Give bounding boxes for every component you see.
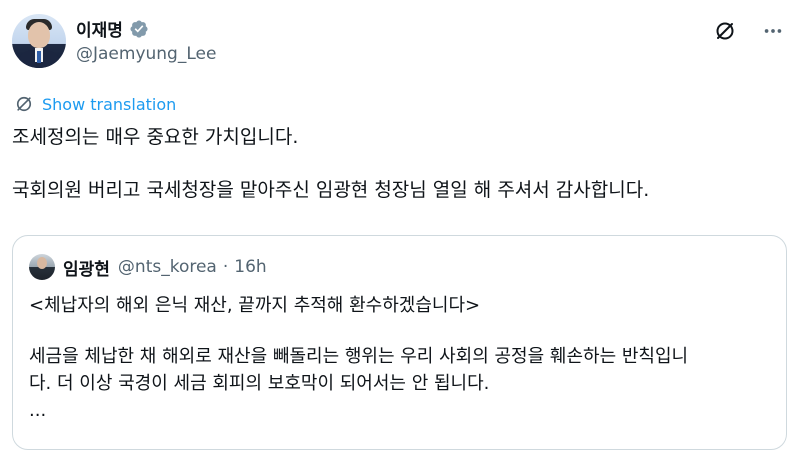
quoted-text-ellipsis: ... [29, 400, 47, 421]
author-avatar[interactable] [12, 14, 66, 68]
globe-translate-icon [14, 94, 34, 114]
more-dots-icon[interactable] [760, 18, 786, 44]
author-display-name[interactable]: 이재명 [76, 16, 123, 41]
tweet-text-line: 국회의원 버리고 국세청장을 맡아주신 임광현 청장님 열일 해 주셔서 감사합… [12, 179, 650, 201]
quoted-tweet-header: 임광현 @nts_korea · 16h [29, 254, 267, 280]
quoted-text-line: <체납자의 해외 은닉 재산, 끝까지 추적해 환수하겠습니다> [29, 295, 481, 316]
tweet-header: 이재명 @Jaemyung_Lee [12, 12, 788, 72]
grok-icon[interactable] [712, 18, 738, 44]
author-handle[interactable]: @Jaemyung_Lee [76, 44, 216, 64]
meta-separator: · [222, 257, 229, 277]
quoted-author-handle: @nts_korea [117, 257, 217, 277]
quoted-tweet[interactable]: 임광현 @nts_korea · 16h <체납자의 해외 은닉 재산, 끝까지… [12, 235, 787, 450]
quoted-text-line: 세금을 체납한 채 해외로 재산을 빼돌리는 행위는 우리 사회의 공정을 훼손… [29, 346, 689, 367]
author-name-row: 이재명 [76, 16, 149, 41]
show-translation-label[interactable]: Show translation [42, 95, 176, 114]
quoted-author-name: 임광현 [63, 259, 110, 280]
quoted-tweet-time: 16h [234, 257, 267, 277]
quoted-author-avatar [29, 254, 55, 280]
quoted-text-line: 다. 더 이상 국경이 세금 회피의 보호막이 되어서는 안 됩니다. [29, 373, 490, 394]
tweet-text-line: 조세정의는 매우 중요한 가치입니다. [12, 126, 299, 148]
quoted-tweet-text: <체납자의 해외 은닉 재산, 끝까지 추적해 환수하겠습니다> 세금을 체납한… [29, 292, 774, 424]
tweet-actions-top [712, 18, 786, 44]
show-translation-link[interactable]: Show translation [14, 94, 176, 114]
verified-badge-icon[interactable] [129, 19, 149, 39]
tweet-text: 조세정의는 매우 중요한 가치입니다. 국회의원 버리고 국세청장을 맡아주신 … [12, 124, 788, 204]
